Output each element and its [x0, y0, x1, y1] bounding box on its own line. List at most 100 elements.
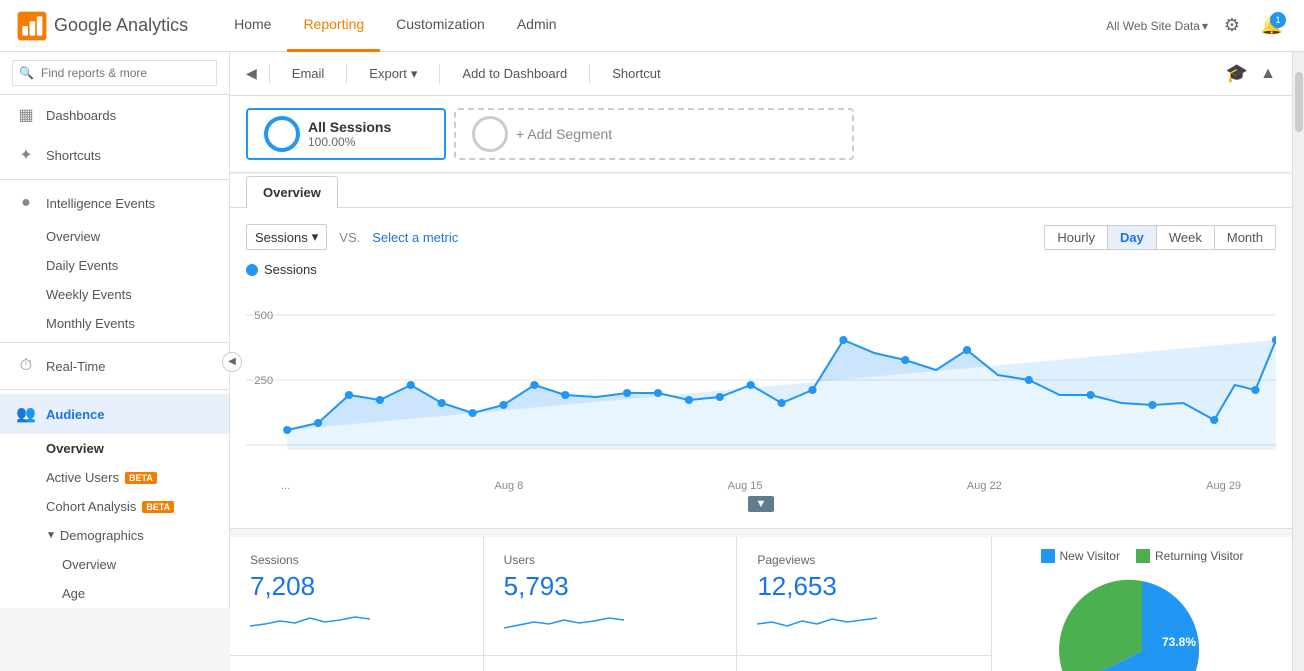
nav-admin[interactable]: Admin: [501, 0, 573, 52]
sidebar-sub-label-monthly: Monthly Events: [46, 316, 135, 331]
sidebar-sub-active-users[interactable]: Active Users BETA: [0, 463, 229, 492]
sidebar-sub-intelligence-overview[interactable]: Overview: [0, 222, 229, 251]
sidebar-item-intelligence[interactable]: ● Intelligence Events: [0, 184, 229, 222]
nav-reporting[interactable]: Reporting: [287, 0, 380, 52]
users-sparkline: [504, 606, 624, 636]
time-period-buttons: Hourly Day Week Month: [1044, 225, 1276, 250]
select-metric-link[interactable]: Select a metric: [372, 230, 458, 245]
sidebar-sub-label-cohort: Cohort Analysis: [46, 499, 136, 514]
x-label-2: Aug 8: [495, 480, 524, 492]
sidebar-sub-audience-overview[interactable]: Overview: [0, 434, 229, 463]
stats-section: Sessions 7,208 Users 5,793: [230, 537, 1292, 671]
add-to-dashboard-button[interactable]: Add to Dashboard: [452, 61, 577, 86]
time-btn-day[interactable]: Day: [1108, 226, 1157, 249]
toolbar-divider: [269, 64, 270, 84]
sidebar-label-realtime: Real-Time: [46, 359, 105, 374]
sidebar-sub-daily-events[interactable]: Daily Events: [0, 251, 229, 280]
chart-container: Sessions ▾ VS. Select a metric Hourly Da…: [230, 208, 1292, 529]
beta-badge-active-users: BETA: [125, 472, 157, 484]
sessions-sparkline: [250, 606, 370, 636]
sidebar-item-realtime[interactable]: ⏱ Real-Time: [0, 347, 229, 385]
segment-circle: [264, 116, 300, 152]
overview-tab[interactable]: Overview: [246, 176, 338, 208]
sidebar-divider-3: [0, 389, 229, 390]
nav-home[interactable]: Home: [218, 0, 287, 52]
dashboards-icon: ▦: [16, 105, 36, 125]
stat-users: Users 5,793: [484, 537, 738, 656]
main-nav: Home Reporting Customization Admin: [218, 0, 1106, 52]
scroll-up-icon[interactable]: ▲: [1260, 65, 1276, 83]
toolbar-divider-3: [439, 64, 440, 84]
search-input[interactable]: [12, 60, 217, 86]
sidebar-item-shortcuts[interactable]: ✦ Shortcuts: [0, 135, 229, 175]
scrollbar[interactable]: [1292, 52, 1304, 671]
email-button[interactable]: Email: [282, 61, 335, 86]
notification-badge: 1: [1270, 12, 1286, 28]
stat-users-value: 5,793: [504, 571, 717, 602]
new-visitor-legend: New Visitor: [1041, 549, 1120, 563]
dropdown-icon: ▾: [1202, 19, 1208, 33]
realtime-icon: ⏱: [16, 357, 36, 375]
nav-customization[interactable]: Customization: [380, 0, 501, 52]
stat-users-label: Users: [504, 553, 717, 567]
export-button[interactable]: Export ▾: [359, 61, 427, 87]
metric-label: Sessions: [255, 230, 308, 245]
metric-dropdown-arrow: ▾: [312, 229, 319, 245]
metric-dropdown[interactable]: Sessions ▾: [246, 224, 327, 250]
stat-pages-session: Pages / Session 1.76: [230, 656, 484, 671]
overview-tab-row: Overview: [230, 175, 1292, 208]
new-visitor-label: New Visitor: [1060, 549, 1120, 563]
time-btn-week[interactable]: Week: [1157, 226, 1215, 249]
returning-visitor-legend-icon: [1136, 549, 1150, 563]
sub-toolbar: ◀ Email Export ▾ Add to Dashboard Shortc…: [230, 52, 1292, 96]
intelligence-icon: ●: [16, 194, 36, 212]
notification-icon[interactable]: 🔔 1: [1256, 10, 1288, 42]
help-icon[interactable]: 🎓: [1226, 63, 1248, 84]
sidebar-sub-monthly-events[interactable]: Monthly Events: [0, 309, 229, 338]
sidebar-search-area: 🔍: [0, 52, 229, 95]
sidebar-sub-label-au: Active Users: [46, 470, 119, 485]
site-selector-label: All Web Site Data: [1106, 19, 1200, 33]
add-segment-button[interactable]: + Add Segment: [454, 108, 854, 160]
sidebar-item-audience[interactable]: 👥 Audience: [0, 394, 229, 434]
add-segment-circle: [472, 116, 508, 152]
site-selector[interactable]: All Web Site Data ▾: [1106, 19, 1208, 33]
sidebar-sub-weekly-events[interactable]: Weekly Events: [0, 280, 229, 309]
top-nav: Google Analytics Home Reporting Customiz…: [0, 0, 1304, 52]
sidebar-sub-label-demo-ov: Overview: [62, 557, 116, 572]
export-label: Export: [369, 66, 407, 81]
sessions-legend-dot: [246, 264, 258, 276]
stats-right-pie: New Visitor Returning Visitor: [992, 537, 1292, 671]
stats-grid: Sessions 7,208 Users 5,793: [230, 537, 992, 671]
audience-icon: 👥: [16, 404, 36, 424]
returning-visitor-legend: Returning Visitor: [1136, 549, 1244, 563]
sidebar-toggle-icon[interactable]: ◀: [246, 65, 257, 82]
sidebar-collapse-button[interactable]: ◀: [222, 352, 242, 372]
pie-chart-svg: 73.8% 26.2%: [1052, 571, 1232, 671]
all-sessions-segment[interactable]: All Sessions 100.00%: [246, 108, 446, 160]
content-area: ◀ Email Export ▾ Add to Dashboard Shortc…: [230, 52, 1292, 671]
pie-legend: New Visitor Returning Visitor: [1008, 549, 1276, 563]
new-visitor-legend-icon: [1041, 549, 1055, 563]
top-right-controls: All Web Site Data ▾ ⚙ 🔔 1: [1106, 10, 1288, 42]
sidebar-label-intelligence: Intelligence Events: [46, 196, 155, 211]
new-pct-label: 73.8%: [1162, 635, 1196, 649]
sidebar-sub-cohort[interactable]: Cohort Analysis BETA: [0, 492, 229, 521]
sidebar-sub-demographics[interactable]: ▼ Demographics: [0, 521, 229, 550]
sidebar-sub-label: Overview: [46, 229, 100, 244]
settings-icon[interactable]: ⚙: [1216, 10, 1248, 42]
shortcut-button[interactable]: Shortcut: [602, 61, 670, 86]
sidebar-item-dashboards[interactable]: ▦ Dashboards: [0, 95, 229, 135]
shortcuts-icon: ✦: [16, 145, 36, 165]
sidebar-sub-label-daily: Daily Events: [46, 258, 118, 273]
time-btn-hourly[interactable]: Hourly: [1045, 226, 1108, 249]
time-btn-month[interactable]: Month: [1215, 226, 1275, 249]
sidebar-sub-age[interactable]: Age: [0, 579, 229, 608]
demographics-arrow-icon: ▼: [46, 530, 56, 541]
stat-sessions: Sessions 7,208: [230, 537, 484, 656]
scrollbar-thumb[interactable]: [1295, 72, 1303, 132]
date-range-indicator: ▼: [246, 496, 1276, 512]
stat-bounce-rate: Bounce Rate 71.02%: [737, 656, 991, 671]
sidebar-sub-demo-overview[interactable]: Overview: [0, 550, 229, 579]
logo-text: Google Analytics: [54, 15, 188, 36]
